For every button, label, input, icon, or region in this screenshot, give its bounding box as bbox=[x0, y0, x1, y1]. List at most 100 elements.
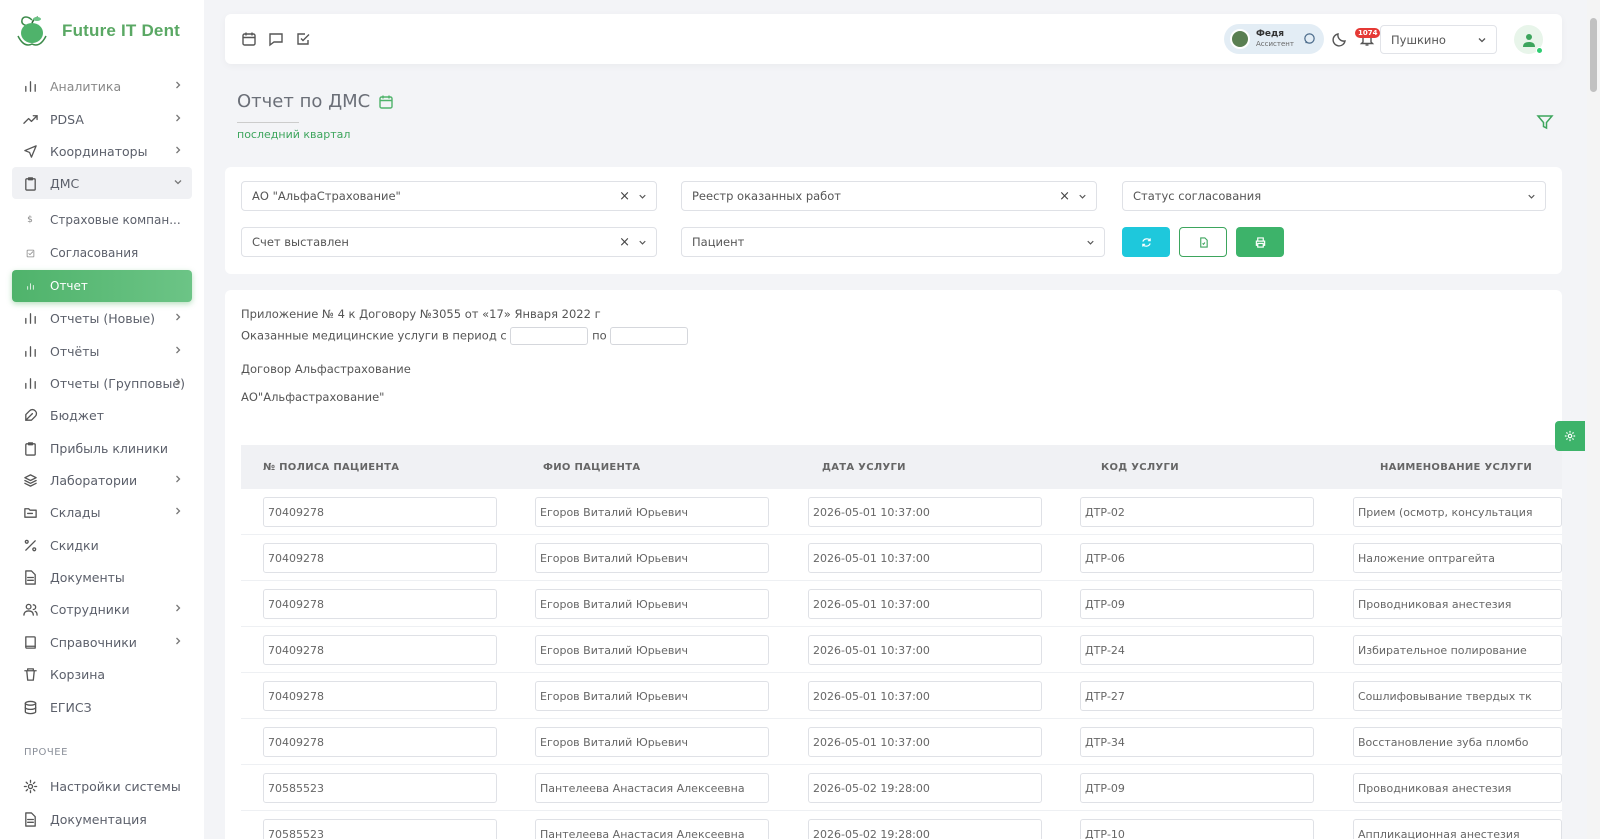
date-to-input[interactable] bbox=[610, 327, 689, 345]
table-cell-input[interactable]: Егоров Виталий Юрьевич bbox=[535, 635, 769, 665]
clear-icon[interactable]: × bbox=[619, 189, 630, 204]
sidebar-item[interactable]: Корзина bbox=[12, 658, 192, 690]
table-cell-input[interactable]: Проводниковая анестезия bbox=[1353, 773, 1562, 803]
table-row: 70409278 Егоров Виталий Юрьевич 2026-05-01… bbox=[241, 489, 1562, 535]
table-cell-input[interactable]: Наложение оптрагейта bbox=[1353, 543, 1562, 573]
trending-up-icon bbox=[22, 111, 38, 127]
logo[interactable]: Future IT Dent bbox=[14, 14, 180, 48]
filter-icon[interactable] bbox=[1536, 113, 1554, 131]
table-cell-input[interactable]: 2026-05-01 10:37:00 bbox=[808, 681, 1042, 711]
status-select[interactable]: Статус согласования bbox=[1122, 181, 1546, 211]
sidebar-item[interactable]: Настройки системы bbox=[12, 770, 192, 802]
table-cell-input[interactable]: Егоров Виталий Юрьевич bbox=[535, 589, 769, 619]
sidebar-item[interactable]: Документация bbox=[12, 803, 192, 835]
export-file-button[interactable] bbox=[1179, 227, 1227, 257]
sidebar-item[interactable]: Сотрудники bbox=[12, 593, 192, 625]
check-square-icon[interactable] bbox=[295, 31, 311, 47]
sidebar-item[interactable]: ЕГИСЗ bbox=[12, 691, 192, 723]
sidebar-item[interactable]: Согласования bbox=[12, 237, 192, 269]
sidebar-item[interactable]: Лаборатории bbox=[12, 464, 192, 496]
sidebar-item[interactable]: PDSA bbox=[12, 103, 192, 135]
table-cell-input[interactable]: ДТР-24 bbox=[1080, 635, 1314, 665]
table-cell-input[interactable]: 70409278 bbox=[263, 727, 497, 757]
table-cell-input[interactable]: ДТР-27 bbox=[1080, 681, 1314, 711]
clear-icon[interactable]: × bbox=[619, 235, 630, 250]
table-cell-input[interactable]: ДТР-02 bbox=[1080, 497, 1314, 527]
table-cell-input[interactable]: Проводниковая анестезия bbox=[1353, 589, 1562, 619]
report-company-line: АО"Альфастрахование" bbox=[241, 390, 385, 404]
sidebar-item[interactable]: Бюджет bbox=[12, 399, 192, 431]
sidebar-item[interactable]: Справочники bbox=[12, 626, 192, 658]
table-cell-input[interactable]: 2026-05-01 10:37:00 bbox=[808, 635, 1042, 665]
refresh-button[interactable] bbox=[1122, 227, 1170, 257]
table-row: 70409278 Егоров Виталий Юрьевич 2026-05-01… bbox=[241, 673, 1562, 719]
sidebar-item[interactable]: Скидки bbox=[12, 529, 192, 561]
table-cell-input[interactable]: Егоров Виталий Юрьевич bbox=[535, 543, 769, 573]
table-cell-input[interactable]: 70585523 bbox=[263, 773, 497, 803]
table-cell-input[interactable]: ДТР-10 bbox=[1080, 819, 1314, 839]
sidebar-item[interactable]: ДМС bbox=[12, 167, 192, 199]
table-cell-input[interactable]: Егоров Виталий Юрьевич bbox=[535, 681, 769, 711]
table-cell-input[interactable]: 2026-05-02 19:28:00 bbox=[808, 819, 1042, 839]
table-cell-input[interactable]: 70409278 bbox=[263, 681, 497, 711]
clear-icon[interactable]: × bbox=[1059, 189, 1070, 204]
calendar-icon[interactable] bbox=[241, 31, 257, 47]
table-cell-input[interactable]: ДТР-09 bbox=[1080, 773, 1314, 803]
sidebar-item[interactable]: Прибыль клиники bbox=[12, 432, 192, 464]
table-cell-input[interactable]: 70409278 bbox=[263, 497, 497, 527]
dollar-icon: $ bbox=[27, 215, 33, 225]
sidebar-item[interactable]: $ Страховые компан... bbox=[12, 204, 192, 236]
table-cell-input[interactable]: 2026-05-01 10:37:00 bbox=[808, 589, 1042, 619]
table-cell-input[interactable]: 2026-05-02 19:28:00 bbox=[808, 773, 1042, 803]
sidebar-item[interactable]: Склады bbox=[12, 496, 192, 528]
insurer-select[interactable]: АО "АльфаСтрахование" × bbox=[241, 181, 657, 211]
table-cell-input[interactable]: 70409278 bbox=[263, 589, 497, 619]
calendar-icon[interactable] bbox=[378, 94, 394, 110]
table-cell-input[interactable]: Егоров Виталий Юрьевич bbox=[535, 727, 769, 757]
table-cell-input[interactable]: Сошлифовывание твердых тк bbox=[1353, 681, 1562, 711]
moon-icon[interactable] bbox=[1332, 31, 1348, 47]
register-select[interactable]: Реестр оказанных работ × bbox=[681, 181, 1097, 211]
print-button[interactable] bbox=[1236, 227, 1284, 257]
chevron-right-icon bbox=[172, 311, 184, 323]
scroll-thumb[interactable] bbox=[1590, 18, 1597, 92]
assistant-chip[interactable]: Федя Ассистент bbox=[1224, 24, 1324, 54]
table-cell-input[interactable]: ДТР-34 bbox=[1080, 727, 1314, 757]
insurer-value: АО "АльфаСтрахование" bbox=[252, 189, 401, 203]
table-cell-input[interactable]: ДТР-09 bbox=[1080, 589, 1314, 619]
table-cell-input[interactable]: Прием (осмотр, консультация bbox=[1353, 497, 1562, 527]
table-cell-input[interactable]: Пантелеева Анастасия Алексеевна bbox=[535, 819, 769, 839]
table-cell-input[interactable]: Пантелеева Анастасия Алексеевна bbox=[535, 773, 769, 803]
table-cell-input[interactable]: 70409278 bbox=[263, 635, 497, 665]
table-cell-input[interactable]: Аппликационная анестезия bbox=[1353, 819, 1562, 839]
settings-panel-toggle[interactable] bbox=[1555, 421, 1585, 451]
sidebar-item[interactable]: Координаторы bbox=[12, 135, 192, 167]
table-cell-input[interactable]: ДТР-06 bbox=[1080, 543, 1314, 573]
patient-select[interactable]: Пациент bbox=[681, 227, 1105, 257]
invoice-select[interactable]: Счет выставлен × bbox=[241, 227, 657, 257]
sidebar-item[interactable]: Документы bbox=[12, 561, 192, 593]
table-cell-input[interactable]: 2026-05-01 10:37:00 bbox=[808, 727, 1042, 757]
column-header: ДАТА УСЛУГИ bbox=[822, 462, 906, 473]
table-cell-input[interactable]: 70585523 bbox=[263, 819, 497, 839]
user-avatar[interactable] bbox=[1514, 25, 1543, 54]
page-scrollbar[interactable] bbox=[1587, 0, 1600, 839]
trash-icon bbox=[22, 666, 38, 682]
table-cell-input[interactable]: 70409278 bbox=[263, 543, 497, 573]
city-select[interactable]: Пушкино bbox=[1380, 25, 1497, 54]
table-cell-input[interactable]: 2026-05-01 10:37:00 bbox=[808, 497, 1042, 527]
table-cell-input[interactable]: Восстановление зуба пломбо bbox=[1353, 727, 1562, 757]
sidebar-item[interactable]: Отчёты bbox=[12, 335, 192, 367]
sidebar-item[interactable]: Отчеты (Групповые) bbox=[12, 367, 192, 399]
sidebar-item[interactable]: Отчет bbox=[12, 270, 192, 302]
sidebar: Future IT Dent Аналитика PDSA Координаторы… bbox=[0, 0, 204, 839]
table-cell-input[interactable]: Избирательное полирование bbox=[1353, 635, 1562, 665]
message-icon[interactable] bbox=[268, 31, 284, 47]
table-cell-input[interactable]: 2026-05-01 10:37:00 bbox=[808, 543, 1042, 573]
period-subtitle[interactable]: последний квартал bbox=[237, 128, 350, 141]
sidebar-item[interactable]: Аналитика bbox=[12, 70, 192, 102]
city-value: Пушкино bbox=[1391, 32, 1446, 47]
table-cell-input[interactable]: Егоров Виталий Юрьевич bbox=[535, 497, 769, 527]
date-from-input[interactable] bbox=[510, 327, 589, 345]
sidebar-item[interactable]: Отчеты (Новые) bbox=[12, 302, 192, 334]
